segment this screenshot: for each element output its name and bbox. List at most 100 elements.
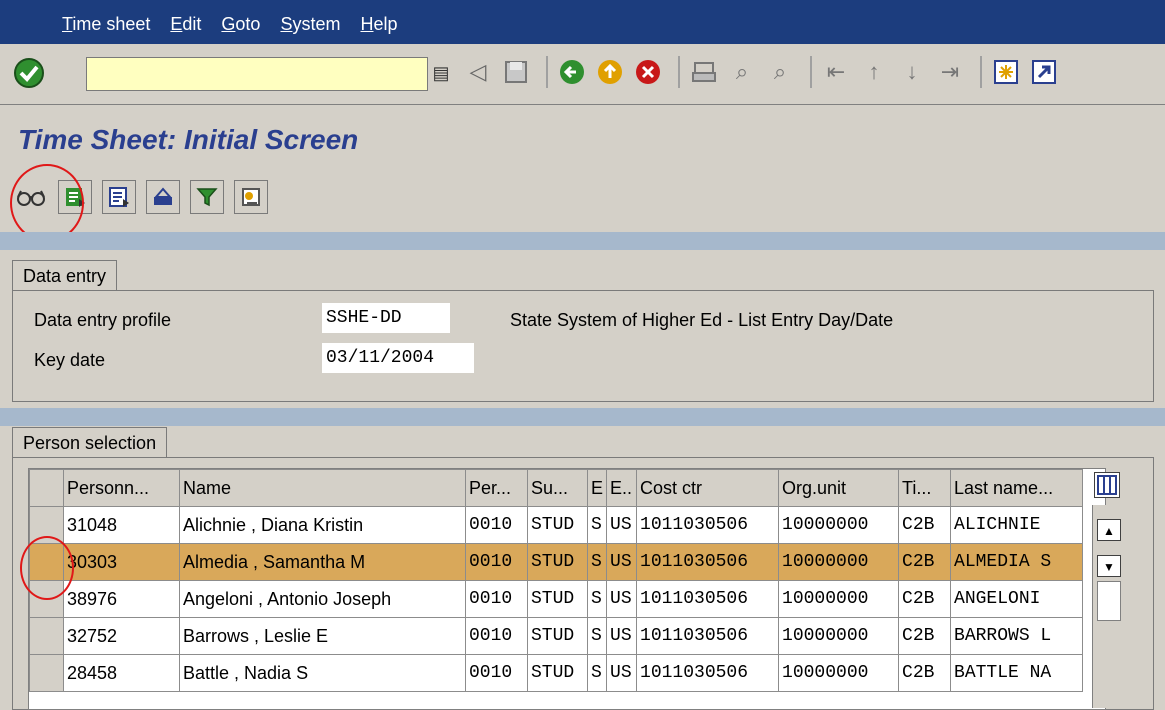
cell-e1[interactable]: S: [586, 506, 608, 544]
cell-personnel[interactable]: 38976: [63, 580, 180, 618]
column-settings-icon[interactable]: [1094, 472, 1120, 498]
table-row[interactable]: 31048 Alichnie , Diana Kristin 0010 STUD S US…: [29, 506, 1084, 544]
last-page-icon[interactable]: ⇥: [934, 56, 966, 88]
cell-cost-ctr[interactable]: 1011030506: [636, 506, 780, 544]
col-period[interactable]: Per...: [465, 469, 528, 507]
cell-ti[interactable]: C2B: [898, 654, 952, 692]
cell-ti[interactable]: C2B: [898, 617, 952, 655]
scroll-down-icon[interactable]: ▼: [1097, 555, 1121, 577]
cell-e2[interactable]: US: [606, 506, 638, 544]
shortcut-icon[interactable]: [1028, 56, 1060, 88]
row-selector[interactable]: [29, 654, 64, 692]
cell-subgroup[interactable]: STUD: [527, 617, 588, 655]
cell-org-unit[interactable]: 10000000: [778, 506, 900, 544]
row-selector[interactable]: [29, 617, 64, 655]
keydate-field[interactable]: 03/11/2004: [322, 343, 474, 373]
col-personnel[interactable]: Personn...: [63, 469, 180, 507]
cell-cost-ctr[interactable]: 1011030506: [636, 654, 780, 692]
col-e2[interactable]: E..: [606, 469, 638, 507]
cell-period[interactable]: 0010: [465, 506, 528, 544]
menu-help[interactable]: Help: [360, 14, 397, 35]
cell-subgroup[interactable]: STUD: [527, 580, 588, 618]
cell-ti[interactable]: C2B: [898, 580, 952, 618]
scroll-up-icon[interactable]: ▲: [1097, 519, 1121, 541]
cell-personnel[interactable]: 31048: [63, 506, 180, 544]
cell-personnel[interactable]: 30303: [63, 543, 180, 581]
cell-name[interactable]: Barrows , Leslie E: [179, 617, 466, 655]
exit-icon[interactable]: [594, 56, 626, 88]
cell-last-name[interactable]: ANGELONI: [950, 580, 1084, 618]
cell-subgroup[interactable]: STUD: [527, 506, 588, 544]
cell-org-unit[interactable]: 10000000: [778, 617, 900, 655]
select-all-cell[interactable]: [29, 469, 64, 507]
layout-icon[interactable]: [234, 180, 268, 214]
cell-e1[interactable]: S: [586, 654, 608, 692]
col-name[interactable]: Name: [179, 469, 466, 507]
cell-e2[interactable]: US: [606, 543, 638, 581]
cell-period[interactable]: 0010: [465, 580, 528, 618]
cell-subgroup[interactable]: STUD: [527, 654, 588, 692]
cell-period[interactable]: 0010: [465, 654, 528, 692]
find-icon[interactable]: ⌕: [726, 56, 758, 88]
next-page-icon[interactable]: ↓: [896, 56, 928, 88]
print-icon[interactable]: [146, 180, 180, 214]
save-icon[interactable]: [500, 56, 532, 88]
cell-personnel[interactable]: 28458: [63, 654, 180, 692]
menu-time-sheet[interactable]: Time sheet: [62, 14, 150, 35]
col-org-unit[interactable]: Org.unit: [778, 469, 900, 507]
scroll-thumb[interactable]: [1097, 581, 1121, 621]
find-next-icon[interactable]: ⌕: [764, 56, 796, 88]
cell-cost-ctr[interactable]: 1011030506: [636, 543, 780, 581]
col-subgroup[interactable]: Su...: [527, 469, 588, 507]
cell-period[interactable]: 0010: [465, 543, 528, 581]
list-icon[interactable]: [102, 180, 136, 214]
enter-icon[interactable]: [12, 56, 46, 90]
col-cost-ctr[interactable]: Cost ctr: [636, 469, 780, 507]
cell-cost-ctr[interactable]: 1011030506: [636, 617, 780, 655]
cell-e2[interactable]: US: [606, 654, 638, 692]
cell-name[interactable]: Alichnie , Diana Kristin: [179, 506, 466, 544]
command-field[interactable]: [86, 57, 428, 91]
cell-e1[interactable]: S: [586, 543, 608, 581]
prev-page-icon[interactable]: ↑: [858, 56, 890, 88]
cell-e2[interactable]: US: [606, 617, 638, 655]
cell-period[interactable]: 0010: [465, 617, 528, 655]
cell-e1[interactable]: S: [586, 617, 608, 655]
cell-last-name[interactable]: ALMEDIA S: [950, 543, 1084, 581]
cell-name[interactable]: Battle , Nadia S: [179, 654, 466, 692]
cell-org-unit[interactable]: 10000000: [778, 580, 900, 618]
cell-ti[interactable]: C2B: [898, 543, 952, 581]
command-dropdown-icon[interactable]: ▤: [428, 60, 454, 86]
cancel-icon[interactable]: [632, 56, 664, 88]
table-row[interactable]: 28458 Battle , Nadia S 0010 STUD S US 10110305…: [29, 654, 1084, 692]
back-icon[interactable]: ◁: [462, 56, 494, 88]
col-last-name[interactable]: Last name...: [950, 469, 1084, 507]
filter-icon[interactable]: [190, 180, 224, 214]
cell-org-unit[interactable]: 10000000: [778, 543, 900, 581]
table-row[interactable]: 32752 Barrows , Leslie E 0010 STUD S US 101103…: [29, 617, 1084, 655]
cell-personnel[interactable]: 32752: [63, 617, 180, 655]
col-e1[interactable]: E: [586, 469, 608, 507]
cell-last-name[interactable]: ALICHNIE: [950, 506, 1084, 544]
new-session-icon[interactable]: [990, 56, 1022, 88]
cell-last-name[interactable]: BARROWS L: [950, 617, 1084, 655]
menu-system[interactable]: System: [280, 14, 340, 35]
cell-ti[interactable]: C2B: [898, 506, 952, 544]
cell-last-name[interactable]: BATTLE NA: [950, 654, 1084, 692]
table-scrollbar[interactable]: ▲ ▼: [1092, 505, 1125, 708]
nav-back-icon[interactable]: [556, 56, 588, 88]
col-ti[interactable]: Ti...: [898, 469, 952, 507]
menu-goto[interactable]: Goto: [221, 14, 260, 35]
cell-org-unit[interactable]: 10000000: [778, 654, 900, 692]
cell-e2[interactable]: US: [606, 580, 638, 618]
menu-edit[interactable]: Edit: [170, 14, 201, 35]
table-row[interactable]: 38976 Angeloni , Antonio Joseph 0010 STUD S U…: [29, 580, 1084, 618]
profile-field[interactable]: SSHE-DD: [322, 303, 450, 333]
table-row[interactable]: 30303 Almedia , Samantha M 0010 STUD S US 1011…: [29, 543, 1084, 581]
cell-e1[interactable]: S: [586, 580, 608, 618]
print-icon[interactable]: [688, 56, 720, 88]
cell-name[interactable]: Almedia , Samantha M: [179, 543, 466, 581]
first-page-icon[interactable]: ⇤: [820, 56, 852, 88]
cell-cost-ctr[interactable]: 1011030506: [636, 580, 780, 618]
cell-subgroup[interactable]: STUD: [527, 543, 588, 581]
